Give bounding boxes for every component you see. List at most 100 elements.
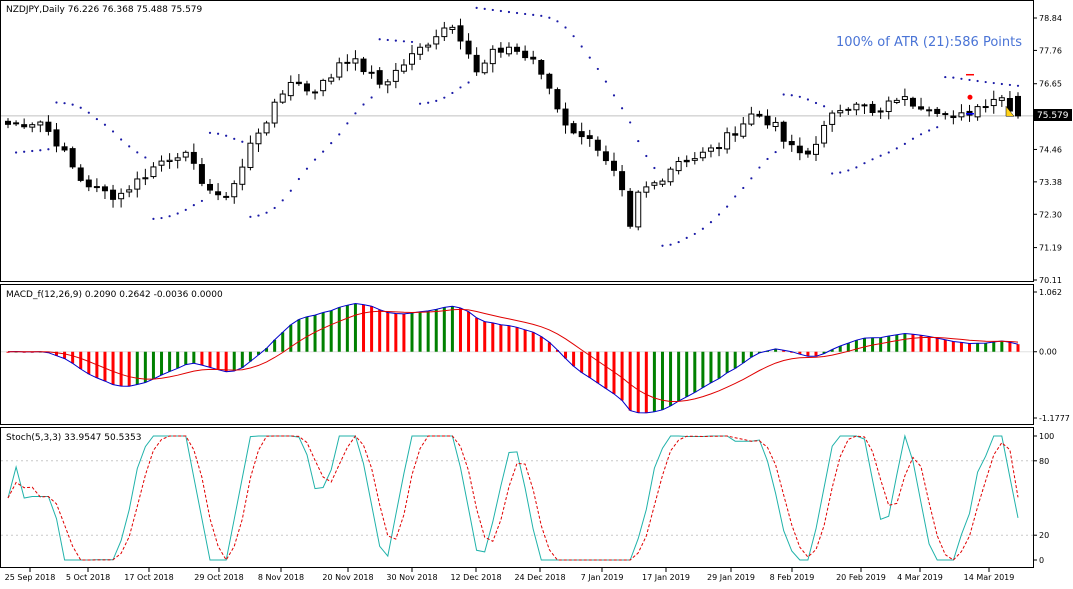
- candle-body: [295, 81, 302, 85]
- candle-body: [1015, 95, 1021, 117]
- candle-body: [505, 46, 512, 55]
- pivot-marker: [967, 94, 973, 100]
- sar-dot: [645, 154, 648, 158]
- candle-body: [861, 104, 868, 107]
- date-axis-label: 24 Dec 2018: [514, 573, 565, 582]
- macd-axis-label: 1.062: [1039, 288, 1062, 297]
- candle-body: [198, 164, 205, 184]
- candle-body: [279, 93, 286, 103]
- candle-body: [328, 77, 335, 82]
- macd-bar: [652, 351, 656, 412]
- macd-bar: [467, 311, 471, 352]
- candle-body: [118, 192, 125, 200]
- candle-body: [950, 115, 957, 119]
- macd-bar: [846, 343, 850, 352]
- macd-bar: [386, 312, 390, 352]
- macd-bar: [353, 303, 357, 352]
- macd-bar: [450, 306, 454, 352]
- sar-dot: [863, 162, 866, 165]
- date-axis-label: 30 Nov 2018: [386, 573, 437, 582]
- candle-body: [772, 121, 779, 128]
- candle-body: [231, 183, 238, 198]
- sar-dot: [709, 221, 713, 224]
- candle-body: [360, 58, 367, 73]
- candle-body: [619, 171, 626, 191]
- macd-bar: [596, 351, 600, 384]
- candle-body: [174, 157, 181, 161]
- sar-dot: [580, 45, 583, 48]
- macd-bar: [499, 324, 503, 352]
- macd-bar: [434, 309, 438, 352]
- macd-bar: [992, 341, 996, 352]
- macd-bar: [491, 322, 495, 352]
- candle-body: [126, 189, 133, 193]
- sar-dot: [200, 199, 204, 203]
- macd-bar: [362, 304, 366, 352]
- sar-dot: [742, 186, 745, 190]
- candle-body: [578, 131, 585, 138]
- candle-body: [457, 25, 464, 42]
- macd-bar: [660, 351, 664, 410]
- sar-dot: [491, 8, 494, 12]
- macd-bar: [717, 351, 721, 379]
- macd-bar: [959, 342, 963, 352]
- candle-body: [699, 151, 706, 159]
- macd-bar: [572, 351, 576, 367]
- candle-body: [998, 97, 1005, 101]
- sar-dot: [467, 81, 470, 84]
- candle-body: [724, 132, 731, 150]
- candle-body: [764, 115, 771, 126]
- candle-body: [61, 146, 68, 151]
- price-axis-label: 74.46: [1039, 145, 1062, 154]
- macd-bar: [862, 338, 866, 352]
- candle-body: [45, 121, 52, 132]
- sar-dot: [871, 158, 874, 161]
- sar-dot: [847, 169, 850, 172]
- sar-dot: [144, 156, 147, 159]
- macd-bar: [636, 351, 640, 413]
- macd-bar: [71, 351, 75, 364]
- candle-body: [352, 58, 359, 64]
- macd-bar: [580, 351, 584, 373]
- candle-body: [667, 168, 674, 183]
- candle-body: [150, 166, 157, 178]
- macd-bar: [951, 341, 955, 352]
- sar-dot: [418, 102, 422, 105]
- macd-bar: [911, 334, 915, 352]
- sar-dot: [322, 150, 325, 153]
- candle-body: [85, 179, 92, 188]
- macd-bar: [604, 351, 608, 389]
- macd-bar: [200, 351, 204, 366]
- macd-bar: [539, 336, 543, 352]
- sar-dot: [216, 132, 220, 135]
- price-axis-label: 76.65: [1039, 80, 1062, 89]
- candle-body: [829, 112, 836, 125]
- macd-bar: [976, 343, 980, 352]
- macd-bar: [176, 351, 180, 369]
- candle-body: [683, 159, 690, 163]
- candle-body: [497, 47, 504, 53]
- candle-body: [134, 178, 141, 190]
- macd-bar: [305, 316, 309, 352]
- sar-dot: [249, 215, 252, 218]
- sar-dot: [346, 122, 349, 125]
- candle-body: [142, 177, 149, 180]
- macd-bar: [644, 351, 648, 413]
- sar-dot: [427, 101, 430, 104]
- macd-bar: [87, 351, 91, 375]
- sar-dot: [984, 80, 987, 84]
- sar-dot: [79, 106, 82, 109]
- macd-bar: [733, 351, 737, 369]
- sar-dot: [944, 75, 947, 79]
- chart-canvas[interactable]: 78.8477.7676.6575.5574.4673.3872.3071.19…: [0, 0, 1073, 586]
- sar-dot: [548, 16, 551, 19]
- sar-dot: [160, 216, 163, 220]
- sar-dot: [806, 98, 810, 101]
- sar-dot: [241, 140, 244, 143]
- sar-dot: [524, 12, 527, 16]
- macd-axis-label: -1.1777: [1039, 414, 1070, 423]
- candle-body: [732, 133, 739, 136]
- sar-dot: [701, 227, 704, 230]
- date-axis-label: 8 Nov 2018: [258, 573, 304, 582]
- sar-dot: [192, 204, 195, 207]
